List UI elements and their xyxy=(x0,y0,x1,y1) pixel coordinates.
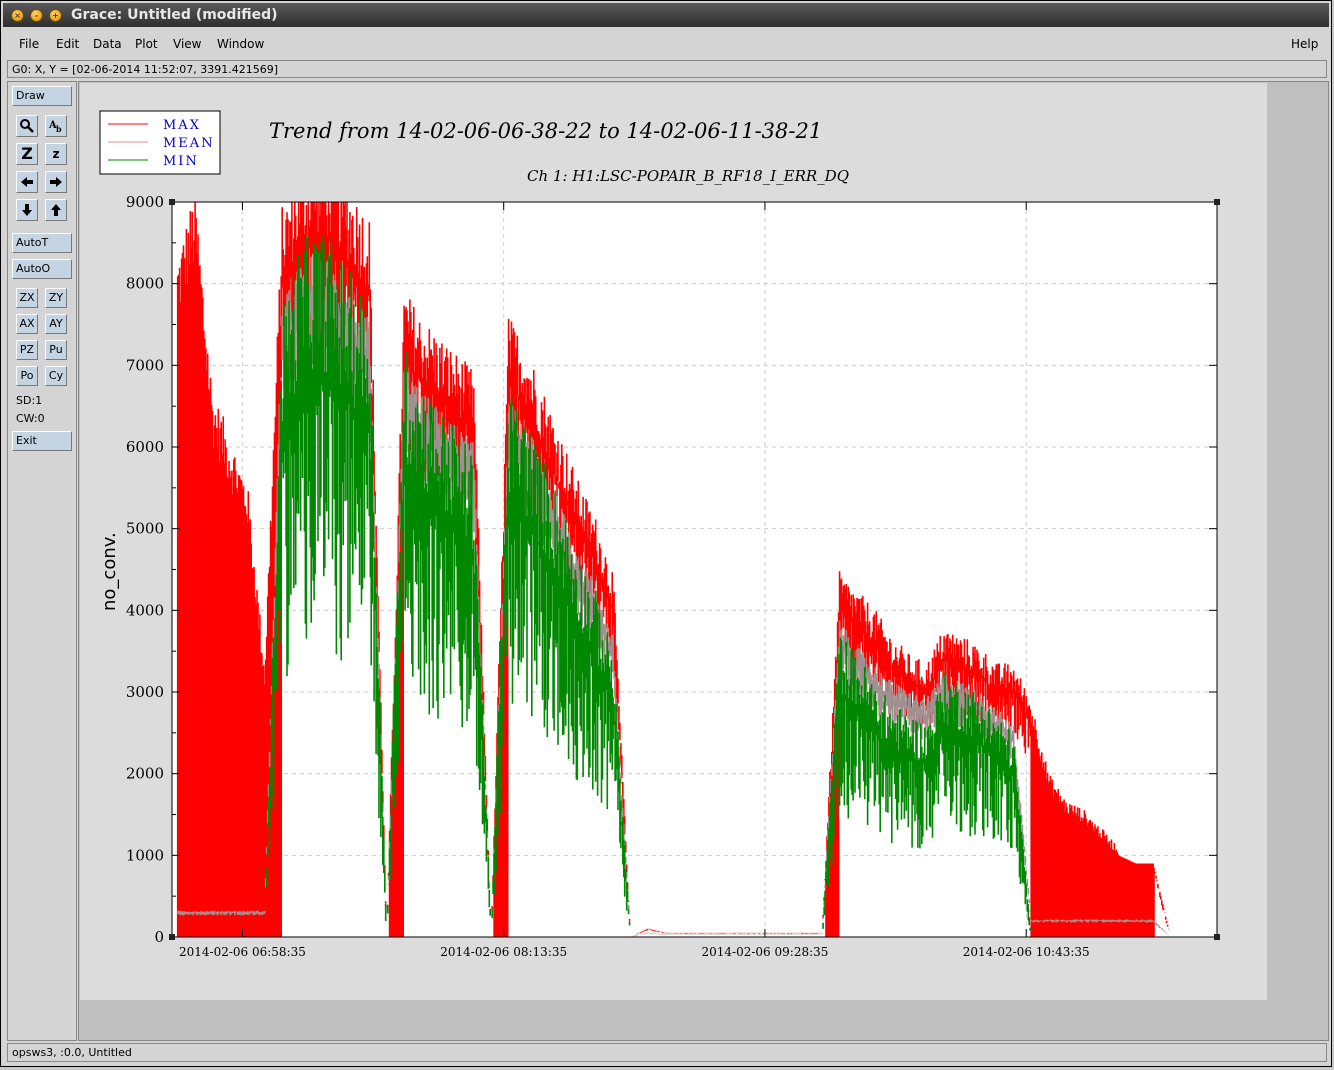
locator-bar: G0: X, Y = [02-06-2014 11:52:07, 3391.42… xyxy=(7,60,1327,78)
menu-window[interactable]: Window xyxy=(217,37,264,51)
draw-button[interactable]: Draw xyxy=(12,86,72,106)
arrow-right-icon[interactable] xyxy=(45,171,67,193)
menu-view[interactable]: View xyxy=(173,37,201,51)
pu-button[interactable]: Pu xyxy=(45,340,67,360)
pz-button[interactable]: PZ xyxy=(16,340,38,360)
menu-data[interactable]: Data xyxy=(93,37,122,51)
sd-label: SD:1 xyxy=(16,394,43,407)
ay-button[interactable]: AY xyxy=(45,314,67,334)
autoo-button[interactable]: AutoO xyxy=(12,259,72,279)
autot-button[interactable]: AutoT xyxy=(12,233,72,253)
menu-plot[interactable]: Plot xyxy=(135,37,158,51)
menu-edit[interactable]: Edit xyxy=(56,37,79,51)
ax-button[interactable]: AX xyxy=(16,314,38,334)
exit-button[interactable]: Exit xyxy=(12,431,72,451)
text-tool-icon[interactable]: Ab xyxy=(45,115,67,137)
zy-button[interactable]: ZY xyxy=(45,288,67,308)
cw-label: CW:0 xyxy=(16,412,45,425)
zx-button[interactable]: ZX xyxy=(16,288,38,308)
zoom-icon[interactable] xyxy=(16,115,38,137)
grace-window: × - + Grace: Untitled (modified) File Ed… xyxy=(0,0,1332,1067)
tool-panel: Draw Ab Z z AutoT AutoO ZX ZY AX AY PZ P… xyxy=(7,81,77,1041)
plot-page[interactable] xyxy=(80,83,1267,1000)
window-title: Grace: Untitled (modified) xyxy=(71,7,278,23)
zoom-z-icon[interactable]: z xyxy=(45,143,67,165)
menu-help[interactable]: Help xyxy=(1291,37,1318,51)
menu-bar: File Edit Data Plot View Window Help xyxy=(7,31,1329,57)
arrow-down-icon[interactable] xyxy=(16,199,38,221)
menu-file[interactable]: File xyxy=(19,37,39,51)
close-icon[interactable]: × xyxy=(11,9,24,22)
svg-text:b: b xyxy=(56,124,62,134)
autoscale-z-icon[interactable]: Z xyxy=(16,143,38,165)
arrow-left-icon[interactable] xyxy=(16,171,38,193)
po-button[interactable]: Po xyxy=(16,366,38,386)
title-bar[interactable]: × - + Grace: Untitled (modified) xyxy=(3,3,1329,27)
maximize-icon[interactable]: + xyxy=(49,9,62,22)
status-bar: opsws3, :0.0, Untitled xyxy=(7,1043,1327,1062)
arrow-up-icon[interactable] xyxy=(45,199,67,221)
cy-button[interactable]: Cy xyxy=(45,366,67,386)
minimize-icon[interactable]: - xyxy=(30,9,43,22)
